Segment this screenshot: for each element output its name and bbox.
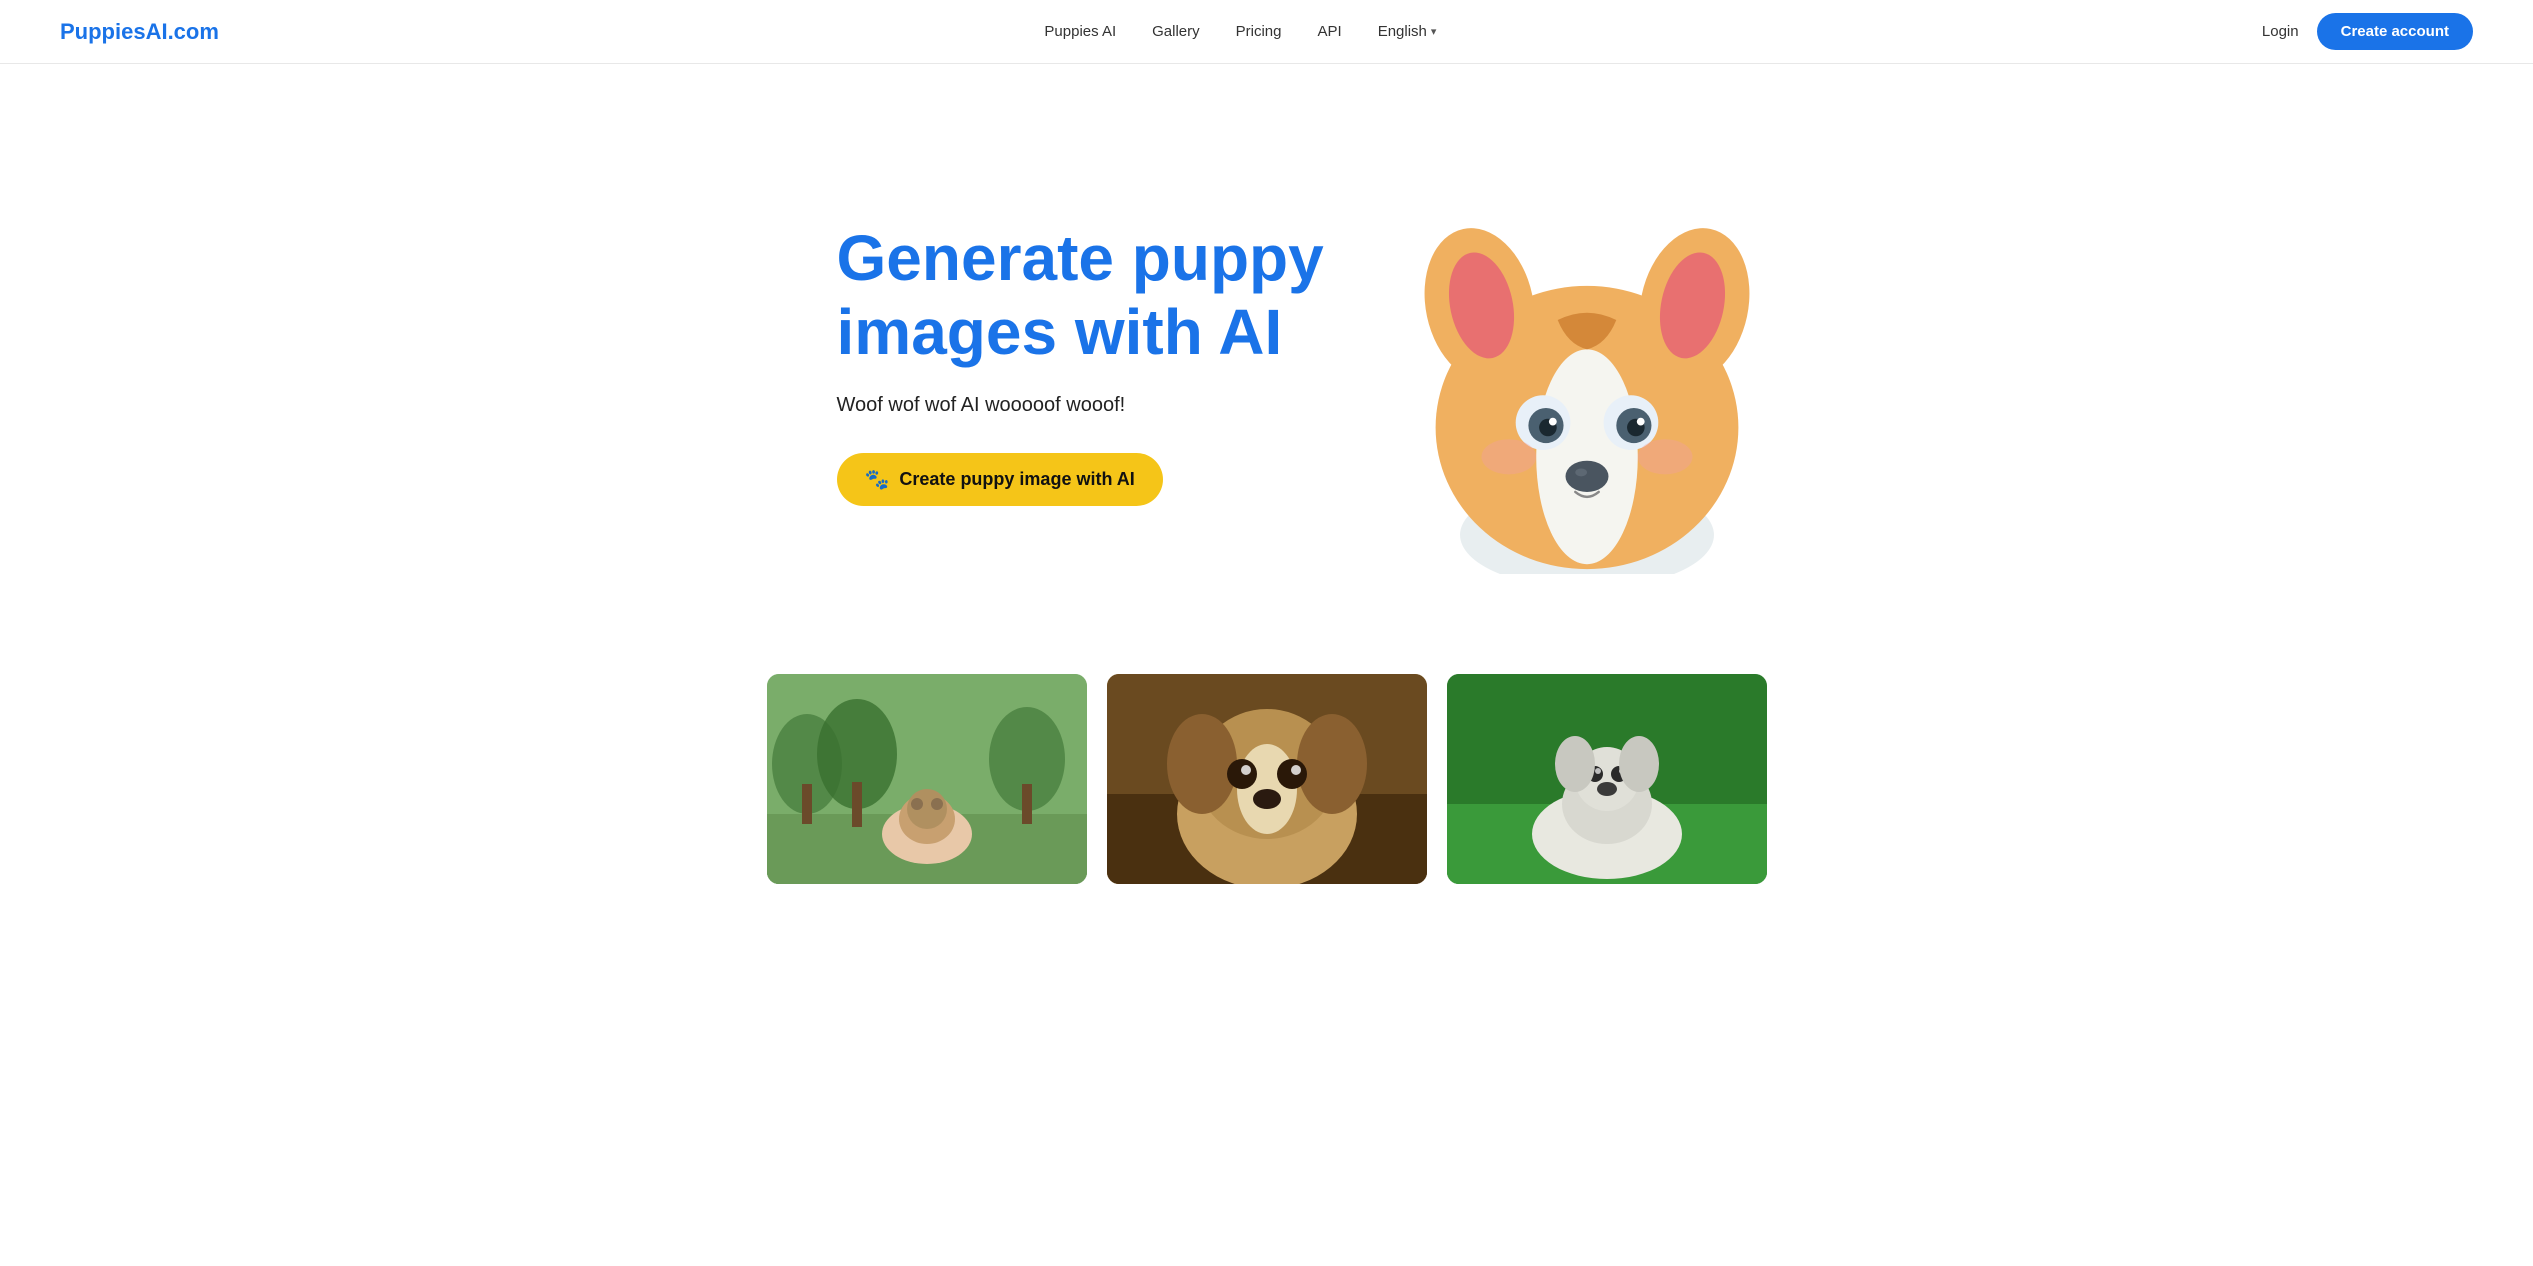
nav-item-gallery[interactable]: Gallery bbox=[1152, 23, 1200, 40]
nav-links: Puppies AI Gallery Pricing API English ▾ bbox=[1044, 23, 1436, 40]
hero-title: Generate puppy images with AI bbox=[837, 222, 1357, 369]
login-button[interactable]: Login bbox=[2262, 23, 2299, 40]
corgi-image bbox=[1397, 154, 1777, 574]
hero-illustration bbox=[1357, 154, 1817, 574]
nav-item-pricing[interactable]: Pricing bbox=[1236, 23, 1282, 40]
hero-text-block: Generate puppy images with AI Woof wof w… bbox=[837, 222, 1357, 505]
gallery-image-3 bbox=[1447, 674, 1767, 884]
language-selector[interactable]: English ▾ bbox=[1378, 23, 1437, 40]
gallery-image-2 bbox=[1107, 674, 1427, 884]
create-puppy-button[interactable]: 🐾 Create puppy image with AI bbox=[837, 453, 1163, 506]
chevron-down-icon: ▾ bbox=[1431, 25, 1437, 38]
site-logo[interactable]: PuppiesAI.com bbox=[60, 19, 219, 45]
navbar: PuppiesAI.com Puppies AI Gallery Pricing… bbox=[0, 0, 2533, 64]
nav-item-puppies-ai[interactable]: Puppies AI bbox=[1044, 23, 1116, 40]
create-account-button[interactable]: Create account bbox=[2317, 13, 2473, 50]
nav-actions: Login Create account bbox=[2262, 13, 2473, 50]
language-label: English bbox=[1378, 23, 1427, 40]
paw-icon: 🐾 bbox=[865, 467, 890, 492]
create-puppy-label: Create puppy image with AI bbox=[899, 469, 1134, 490]
gallery-image-1 bbox=[767, 674, 1087, 884]
gallery-section bbox=[0, 644, 2533, 914]
nav-item-api[interactable]: API bbox=[1318, 23, 1342, 40]
hero-subtitle: Woof wof wof AI wooooof wooof! bbox=[837, 394, 1357, 417]
hero-section: Generate puppy images with AI Woof wof w… bbox=[0, 64, 2533, 644]
